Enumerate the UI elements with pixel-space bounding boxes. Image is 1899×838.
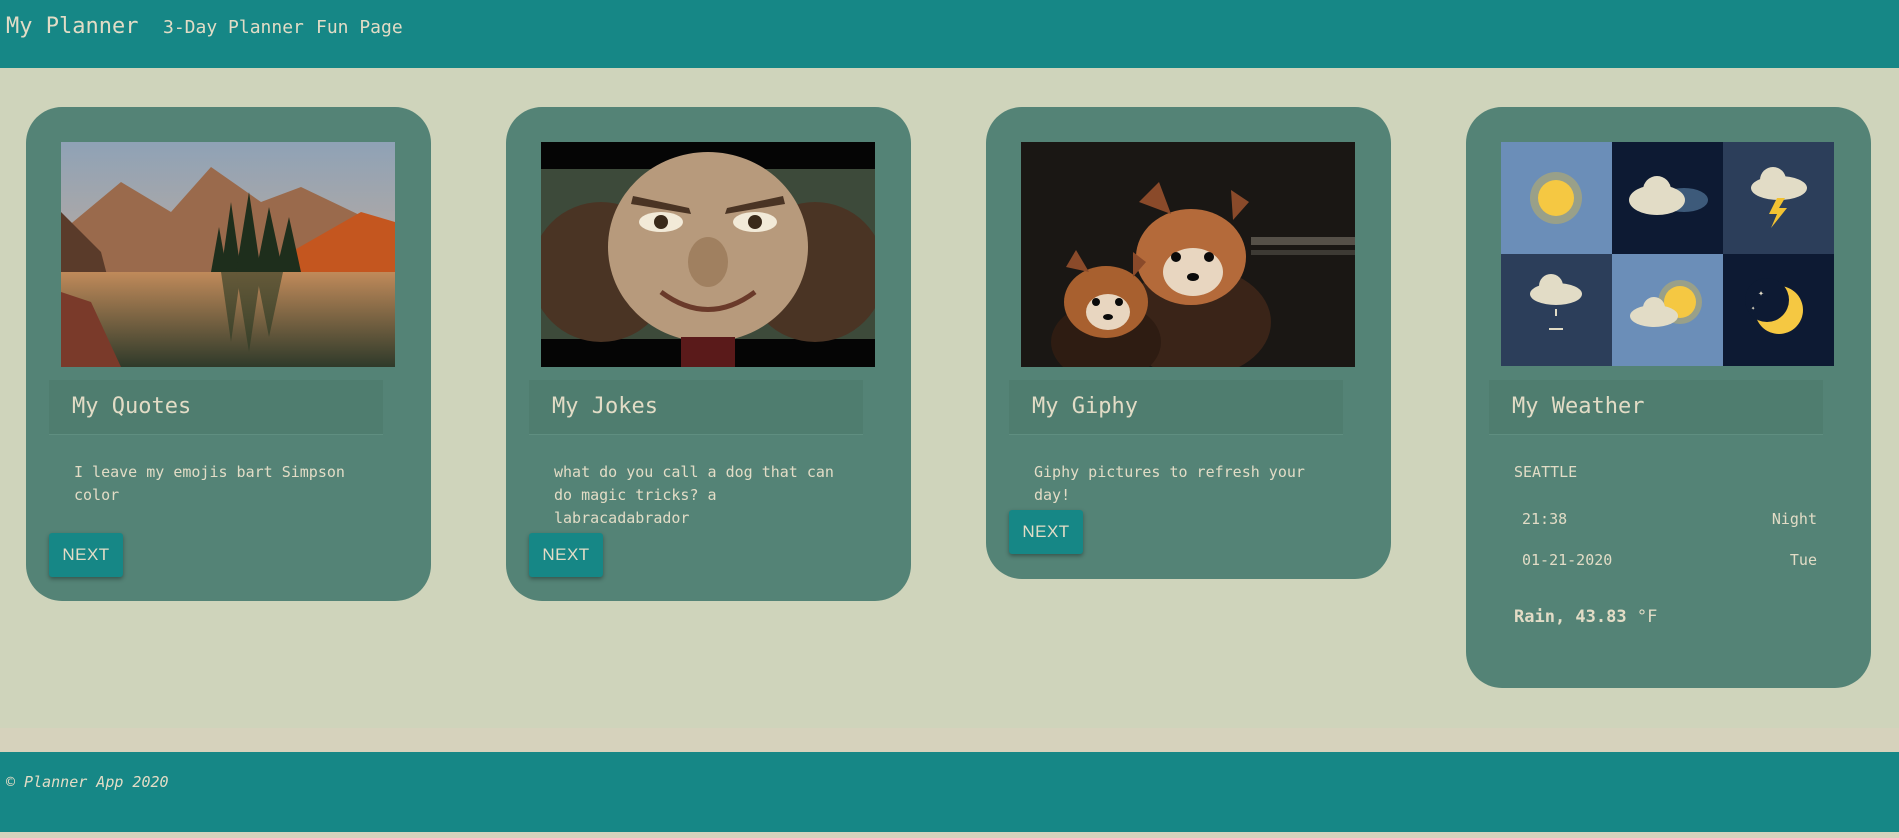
quotes-title: My Quotes: [49, 380, 383, 435]
joke-text: what do you call a dog that can do magic…: [554, 463, 834, 527]
jokes-next-button[interactable]: NEXT: [529, 533, 603, 577]
jokes-card: My Jokes what do you call a dog that can…: [506, 107, 911, 601]
svg-text:✦: ✦: [1758, 288, 1764, 299]
nav-link-3-day-planner[interactable]: 3-Day Planner: [163, 17, 304, 38]
giphy-title: My Giphy: [1009, 380, 1343, 435]
footer: © Planner App 2020: [0, 752, 1899, 832]
thunderstorm-icon: [1723, 142, 1834, 254]
weather-title: My Weather: [1489, 380, 1823, 435]
time-row: 21:38 Night: [1522, 510, 1822, 528]
brand-link[interactable]: My Planner: [6, 14, 138, 39]
giphy-image: [1021, 142, 1355, 367]
sun-icon: [1501, 142, 1612, 254]
copyright-text: © Planner App 2020: [6, 773, 169, 791]
jokes-title: My Jokes: [529, 380, 863, 435]
weekday-value: Tue: [1789, 551, 1817, 569]
weather-summary: Rain, 43.83 °F: [1514, 607, 1657, 627]
giphy-text: Giphy pictures to refresh your day!: [1034, 463, 1305, 504]
quote-text: I leave my emojis bart Simpson color: [74, 463, 345, 504]
weather-condition: Rain, 43.83: [1514, 607, 1627, 627]
jokes-image: [541, 142, 875, 367]
period-value: Night: [1771, 510, 1817, 528]
date-row: 01-21-2020 Tue: [1522, 551, 1822, 569]
rain-icon: [1501, 254, 1612, 366]
city-name: SEATTLE: [1514, 463, 1578, 481]
time-value: 21:38: [1522, 510, 1568, 528]
moon-icon: ✦ ✦: [1723, 254, 1834, 366]
date-value: 01-21-2020: [1522, 551, 1613, 569]
quotes-next-button[interactable]: NEXT: [49, 533, 123, 577]
giphy-card: My Giphy Giphy pictures to refresh your …: [986, 107, 1391, 579]
weather-icons-image: ✦ ✦: [1501, 142, 1835, 367]
partly-cloudy-icon: [1612, 254, 1723, 366]
weather-card: ✦ ✦ My Weather SEATTLE 21:38 Night 01-21…: [1466, 107, 1871, 688]
temperature-unit: °F: [1636, 607, 1658, 627]
quotes-card: My Quotes I leave my emojis bart Simpson…: [26, 107, 431, 601]
giphy-next-button[interactable]: NEXT: [1009, 510, 1083, 554]
quotes-image: [61, 142, 395, 367]
nav-link-fun-page[interactable]: Fun Page: [316, 17, 403, 38]
navbar: My Planner 3-Day Planner Fun Page: [0, 0, 1899, 68]
cloudy-icon: [1612, 142, 1723, 254]
